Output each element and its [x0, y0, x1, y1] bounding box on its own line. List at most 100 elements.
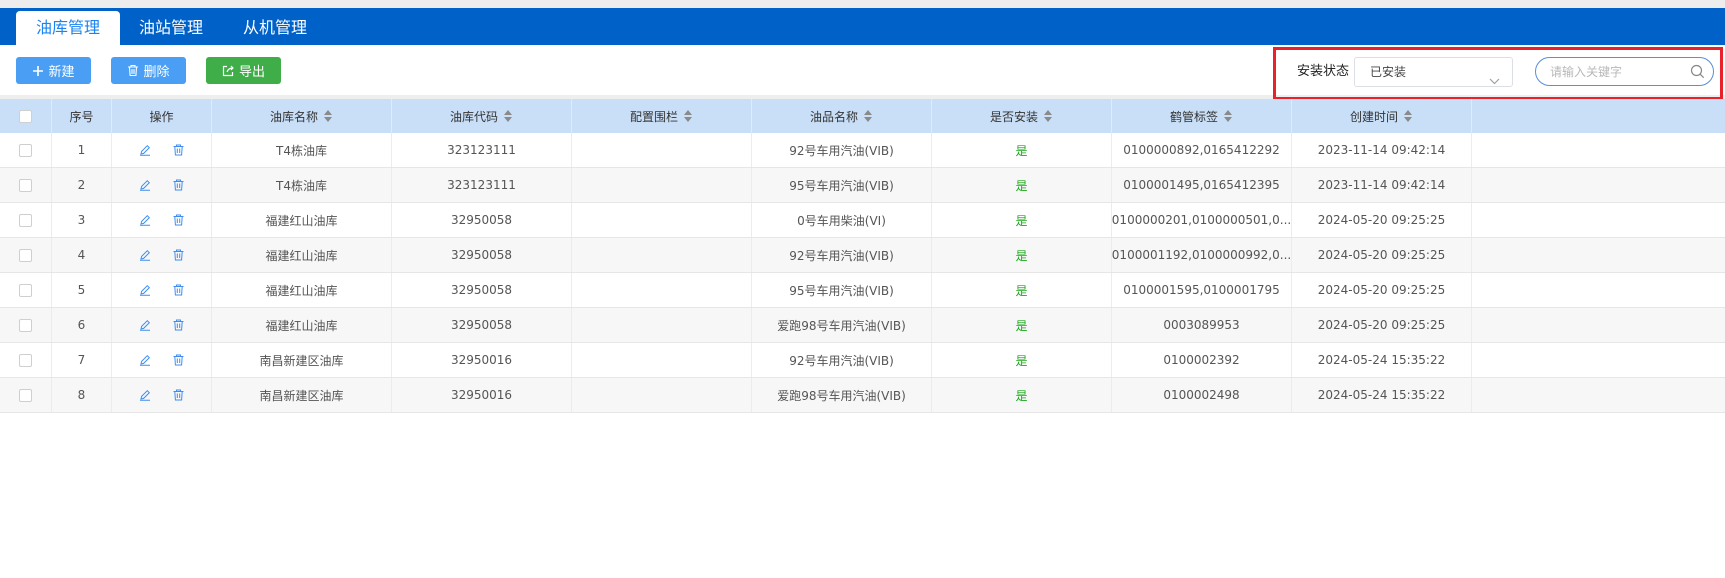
row-select-cell — [0, 378, 52, 412]
pencil-icon[interactable] — [139, 179, 151, 191]
sort-icon[interactable] — [324, 110, 333, 122]
sort-icon[interactable] — [504, 110, 513, 122]
trash-icon[interactable] — [173, 284, 184, 296]
row-checkbox[interactable] — [19, 388, 32, 402]
row-index: 5 — [52, 273, 112, 307]
pencil-icon[interactable] — [139, 389, 151, 401]
trash-icon[interactable] — [173, 144, 184, 156]
tags-cell: 0100001595,0100001795 — [1112, 273, 1292, 307]
pencil-icon[interactable] — [139, 144, 151, 156]
table-row[interactable]: 1 T4栋油库 323123111 92号车用汽油(VIB) 是 0100000892,0… — [0, 133, 1725, 168]
row-checkbox[interactable] — [19, 143, 32, 157]
trash-icon[interactable] — [173, 249, 184, 261]
fence-cell — [572, 168, 752, 202]
pencil-icon[interactable] — [139, 214, 151, 226]
installed-cell: 是 — [932, 343, 1112, 377]
installed-cell: 是 — [932, 378, 1112, 412]
search-icon[interactable] — [1690, 64, 1705, 83]
table-row[interactable]: 6 福建红山油库 32950058 爱跑98号车用汽油(VIB) 是 0003089953… — [0, 308, 1725, 343]
export-button[interactable]: 导出 — [206, 57, 281, 84]
column-header-label: 油库名称 — [269, 109, 318, 124]
row-checkbox[interactable] — [19, 353, 32, 367]
row-checkbox[interactable] — [19, 213, 32, 227]
search-input[interactable] — [1550, 63, 1685, 81]
row-checkbox[interactable] — [19, 318, 32, 332]
installed-cell: 是 — [932, 308, 1112, 342]
table-row[interactable]: 3 福建红山油库 32950058 0号车用柴油(VI) 是 0100000201,010… — [0, 203, 1725, 238]
table-row[interactable]: 7 南昌新建区油库 32950016 92号车用汽油(VIB) 是 0100002392 2… — [0, 343, 1725, 378]
sort-icon[interactable] — [864, 110, 873, 122]
row-actions-cell — [112, 168, 212, 202]
row-actions-cell — [112, 378, 212, 412]
pencil-icon[interactable] — [139, 354, 151, 366]
column-header-created[interactable]: 创建时间 — [1292, 99, 1472, 133]
fence-cell — [572, 238, 752, 272]
oil-name-cell: 92号车用汽油(VIB) — [752, 343, 932, 377]
sort-icon[interactable] — [1404, 110, 1413, 122]
tab-depot-management[interactable]: 油库管理 — [16, 11, 120, 45]
row-index: 4 — [52, 238, 112, 272]
trash-icon[interactable] — [173, 319, 184, 331]
fence-cell — [572, 203, 752, 237]
table-header: 序号 操作 油库名称 油库代码 配置围栏 油品名称 是否安装 鹤管标签 创建时间 — [0, 99, 1725, 133]
tags-cell: 0100000892,0165412292 — [1112, 133, 1292, 167]
row-select-cell — [0, 203, 52, 237]
column-header-label: 是否安装 — [989, 109, 1038, 124]
column-header-installed[interactable]: 是否安装 — [932, 99, 1112, 133]
export-icon — [222, 65, 235, 77]
pencil-icon[interactable] — [139, 284, 151, 296]
install-status-select[interactable]: 已安装 — [1354, 57, 1513, 87]
created-time-cell: 2024-05-20 09:25:25 — [1292, 273, 1472, 307]
row-select-cell — [0, 273, 52, 307]
column-header-label: 创建时间 — [1349, 109, 1398, 124]
column-header-label: 油品名称 — [809, 109, 858, 124]
trash-icon[interactable] — [173, 179, 184, 191]
row-index: 1 — [52, 133, 112, 167]
install-status-value: 已安装 — [1370, 65, 1407, 79]
oil-name-cell: 92号车用汽油(VIB) — [752, 238, 932, 272]
plus-icon — [32, 65, 44, 77]
row-actions-cell — [112, 273, 212, 307]
install-status-label: 安装状态 — [1297, 64, 1350, 79]
trash-icon[interactable] — [173, 389, 184, 401]
pencil-icon[interactable] — [139, 249, 151, 261]
sort-icon[interactable] — [1224, 110, 1233, 122]
top-strip — [0, 0, 1725, 8]
column-header-label: 配置围栏 — [629, 109, 678, 124]
column-header-depot-code[interactable]: 油库代码 — [392, 99, 572, 133]
installed-cell: 是 — [932, 168, 1112, 202]
depot-code-cell: 32950016 — [392, 378, 572, 412]
table-row[interactable]: 5 福建红山油库 32950058 95号车用汽油(VIB) 是 0100001595,0… — [0, 273, 1725, 308]
select-all-checkbox[interactable] — [19, 109, 32, 123]
trash-icon[interactable] — [173, 214, 184, 226]
delete-button[interactable]: 删除 — [111, 57, 186, 84]
fence-cell — [572, 133, 752, 167]
row-checkbox[interactable] — [19, 178, 32, 192]
column-header-fence[interactable]: 配置围栏 — [572, 99, 752, 133]
table-row[interactable]: 8 南昌新建区油库 32950016 爱跑98号车用汽油(VIB) 是 010000249… — [0, 378, 1725, 413]
new-button[interactable]: 新建 — [16, 57, 91, 84]
column-header-depot-name[interactable]: 油库名称 — [212, 99, 392, 133]
row-index: 7 — [52, 343, 112, 377]
column-header-label: 序号 — [69, 109, 94, 124]
sort-icon[interactable] — [1044, 110, 1053, 122]
row-checkbox[interactable] — [19, 248, 32, 262]
fence-cell — [572, 378, 752, 412]
column-header-tags[interactable]: 鹤管标签 — [1112, 99, 1292, 133]
created-time-cell: 2024-05-20 09:25:25 — [1292, 203, 1472, 237]
depot-code-cell: 323123111 — [392, 133, 572, 167]
trash-icon[interactable] — [173, 354, 184, 366]
tags-cell: 0100002498 — [1112, 378, 1292, 412]
table-row[interactable]: 4 福建红山油库 32950058 92号车用汽油(VIB) 是 0100001192,0… — [0, 238, 1725, 273]
oil-name-cell: 爱跑98号车用汽油(VIB) — [752, 308, 932, 342]
column-header-oil-name[interactable]: 油品名称 — [752, 99, 932, 133]
row-actions-cell — [112, 133, 212, 167]
sort-icon[interactable] — [684, 110, 693, 122]
tab-station-management[interactable]: 油站管理 — [139, 11, 203, 45]
table-row[interactable]: 2 T4栋油库 323123111 95号车用汽油(VIB) 是 0100001495,0… — [0, 168, 1725, 203]
tab-slave-management[interactable]: 从机管理 — [243, 11, 307, 45]
created-time-cell: 2024-05-20 09:25:25 — [1292, 238, 1472, 272]
tags-cell: 0003089953 — [1112, 308, 1292, 342]
row-checkbox[interactable] — [19, 283, 32, 297]
pencil-icon[interactable] — [139, 319, 151, 331]
